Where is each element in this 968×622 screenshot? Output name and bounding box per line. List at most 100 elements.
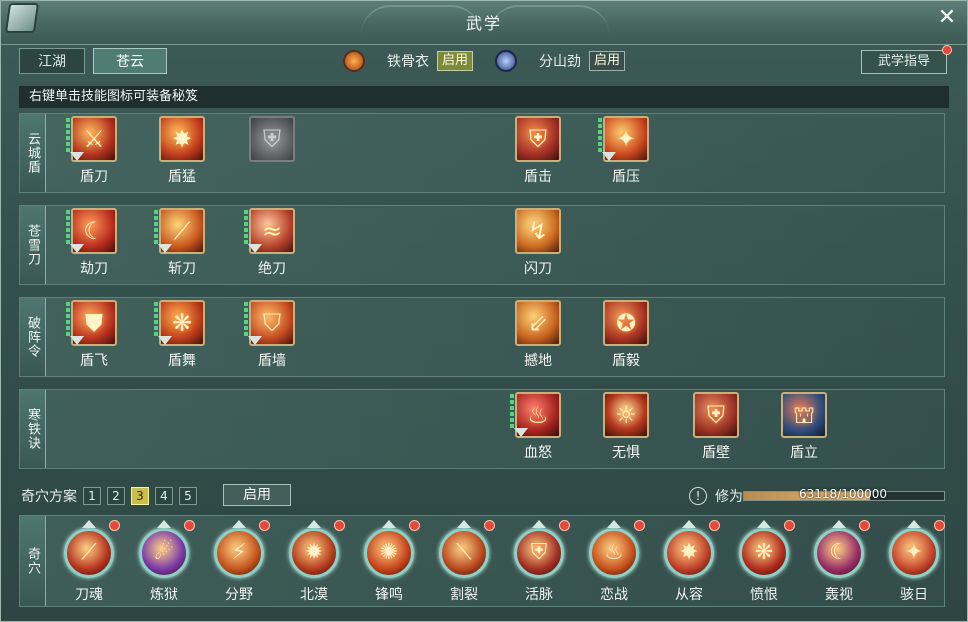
skill-juedao[interactable]: ≈ 绝刀 (242, 206, 302, 278)
expand-arrow-icon[interactable] (907, 520, 921, 528)
tab-jianghu[interactable]: 江湖 (19, 48, 85, 74)
skill-name: 盾猛 (168, 169, 196, 185)
qixue-slot[interactable]: ✹ 北漠 (281, 518, 347, 606)
qixue-slot[interactable]: ❋ 愤恨 (731, 518, 797, 606)
skill-name: 绝刀 (258, 261, 286, 277)
expand-arrow-icon[interactable] (82, 520, 96, 528)
dropdown-arrow-icon[interactable] (158, 244, 172, 253)
qixue-slot[interactable]: ♨ 恋战 (581, 518, 647, 606)
expand-arrow-icon[interactable] (532, 520, 546, 528)
dropdown-arrow-icon[interactable] (70, 244, 84, 253)
stance-tiegu[interactable]: 铁骨衣 启用 (343, 49, 474, 73)
skill-shandao[interactable]: ↯ 闪刀 (508, 206, 568, 278)
cultivation-value: 63118/100000 (798, 487, 888, 501)
cultivation-label: 修为 (715, 489, 743, 505)
qixue-slot[interactable]: ⚡ 分野 (206, 518, 272, 606)
scheme-option-1[interactable]: 1 (83, 487, 101, 505)
skill-dunli[interactable]: ⛫ 盾立 (774, 390, 834, 462)
qixue-slot[interactable]: ✸ 从容 (656, 518, 722, 606)
skill-dunya[interactable]: ✦ 盾压 (596, 114, 656, 186)
qixue-slot[interactable]: ⟍ 割裂 (431, 518, 497, 606)
qixue-name: 愤恨 (750, 587, 778, 603)
qixue-name: 割裂 (450, 587, 478, 603)
skill-icon: ✪ (603, 300, 649, 346)
scheme-option-2[interactable]: 2 (107, 487, 125, 505)
qixue-slot[interactable]: ☄ 炼狱 (131, 518, 197, 606)
skill-row-hantie: 寒铁诀 ♨ 血怒 ☼ 无惧 ⛨ 盾壁 ⛫ 盾立 (19, 389, 945, 469)
notification-dot (259, 520, 270, 531)
skill-name: 劫刀 (80, 261, 108, 277)
qixue-slot[interactable]: ✦ 骇日 (881, 518, 947, 606)
skill-xuenu[interactable]: ♨ 血怒 (508, 390, 568, 462)
stance-name: 分山劲 (539, 54, 581, 70)
row-label: 寒铁诀 (20, 390, 46, 468)
enable-badge[interactable]: 启用 (437, 51, 474, 71)
skill-zhandao[interactable]: ⟋ 斩刀 (152, 206, 212, 278)
blade-emblem-icon (495, 50, 517, 72)
scheme-option-4[interactable]: 4 (155, 487, 173, 505)
qixue-name: 恋战 (600, 587, 628, 603)
skill-dunji[interactable]: ⛨ 盾击 (508, 114, 568, 186)
qixue-slot[interactable]: ⟋ 刀魂 (56, 518, 122, 606)
dropdown-arrow-icon[interactable] (158, 336, 172, 345)
qixue-icon: ☾ (814, 528, 864, 578)
tab-bar: 江湖 苍云 (19, 48, 951, 74)
qixue-slot[interactable]: ✺ 锋鸣 (356, 518, 422, 606)
expand-arrow-icon[interactable] (307, 520, 321, 528)
skill-icon: ↯ (515, 208, 561, 254)
skill-dunwu[interactable]: ❋ 盾舞 (152, 298, 212, 370)
skill-icon: ⇙ (515, 300, 561, 346)
scheme-option-5[interactable]: 5 (179, 487, 197, 505)
scheme-option-3[interactable]: 3 (131, 487, 149, 505)
skill-dunmeng[interactable]: ✸ 盾猛 (152, 114, 212, 186)
martial-guide-button[interactable]: 武学指导 (861, 45, 952, 74)
qixue-icon: ⚡ (214, 528, 264, 578)
row-label: 奇穴 (20, 516, 46, 606)
qixue-slot[interactable]: ☾ 轰视 (806, 518, 872, 606)
enable-scheme-button[interactable]: 启用 (223, 484, 291, 506)
expand-arrow-icon[interactable] (232, 520, 246, 528)
dropdown-arrow-icon[interactable] (602, 152, 616, 161)
skill-icon: ⛫ (781, 392, 827, 438)
dropdown-arrow-icon[interactable] (248, 336, 262, 345)
expand-arrow-icon[interactable] (457, 520, 471, 528)
skill-wuju[interactable]: ☼ 无惧 (596, 390, 656, 462)
notification-dot (934, 520, 945, 531)
level-bars (510, 394, 514, 428)
skill-locked[interactable]: ⛨ (242, 114, 302, 186)
skill-dunbi[interactable]: ⛨ 盾壁 (686, 390, 746, 462)
dropdown-arrow-icon[interactable] (248, 244, 262, 253)
expand-arrow-icon[interactable] (607, 520, 621, 528)
info-icon[interactable]: ! (689, 487, 707, 505)
dropdown-arrow-icon[interactable] (70, 152, 84, 161)
level-bars (66, 210, 70, 244)
enable-badge[interactable]: 启用 (589, 51, 626, 71)
stance-fenshan[interactable]: 分山劲 启用 (495, 49, 626, 73)
close-icon[interactable]: ✕ (935, 7, 959, 31)
level-bars (244, 302, 248, 336)
skill-dunqiang[interactable]: ⛉ 盾墙 (242, 298, 302, 370)
level-bars (66, 302, 70, 336)
title-bar[interactable]: 武学 ✕ (1, 1, 967, 45)
skill-handi[interactable]: ⇙ 撼地 (508, 298, 568, 370)
skill-name: 盾墙 (258, 353, 286, 369)
expand-arrow-icon[interactable] (832, 520, 846, 528)
skill-name: 无惧 (612, 445, 640, 461)
skill-jiedao[interactable]: ☾ 劫刀 (64, 206, 124, 278)
row-label: 苍雪刀 (20, 206, 46, 284)
level-bars (154, 210, 158, 244)
expand-arrow-icon[interactable] (157, 520, 171, 528)
qixue-icon: ♨ (589, 528, 639, 578)
skill-dunyi[interactable]: ✪ 盾毅 (596, 298, 656, 370)
skill-dundao[interactable]: ⚔ 盾刀 (64, 114, 124, 186)
dropdown-arrow-icon[interactable] (514, 428, 528, 437)
expand-arrow-icon[interactable] (682, 520, 696, 528)
skill-dunfei[interactable]: ⛊ 盾飞 (64, 298, 124, 370)
qixue-icon: ✦ (889, 528, 939, 578)
qixue-slot[interactable]: ⛨ 活脉 (506, 518, 572, 606)
expand-arrow-icon[interactable] (382, 520, 396, 528)
tab-cangyun[interactable]: 苍云 (93, 48, 167, 74)
row-label: 破阵令 (20, 298, 46, 376)
dropdown-arrow-icon[interactable] (70, 336, 84, 345)
expand-arrow-icon[interactable] (757, 520, 771, 528)
